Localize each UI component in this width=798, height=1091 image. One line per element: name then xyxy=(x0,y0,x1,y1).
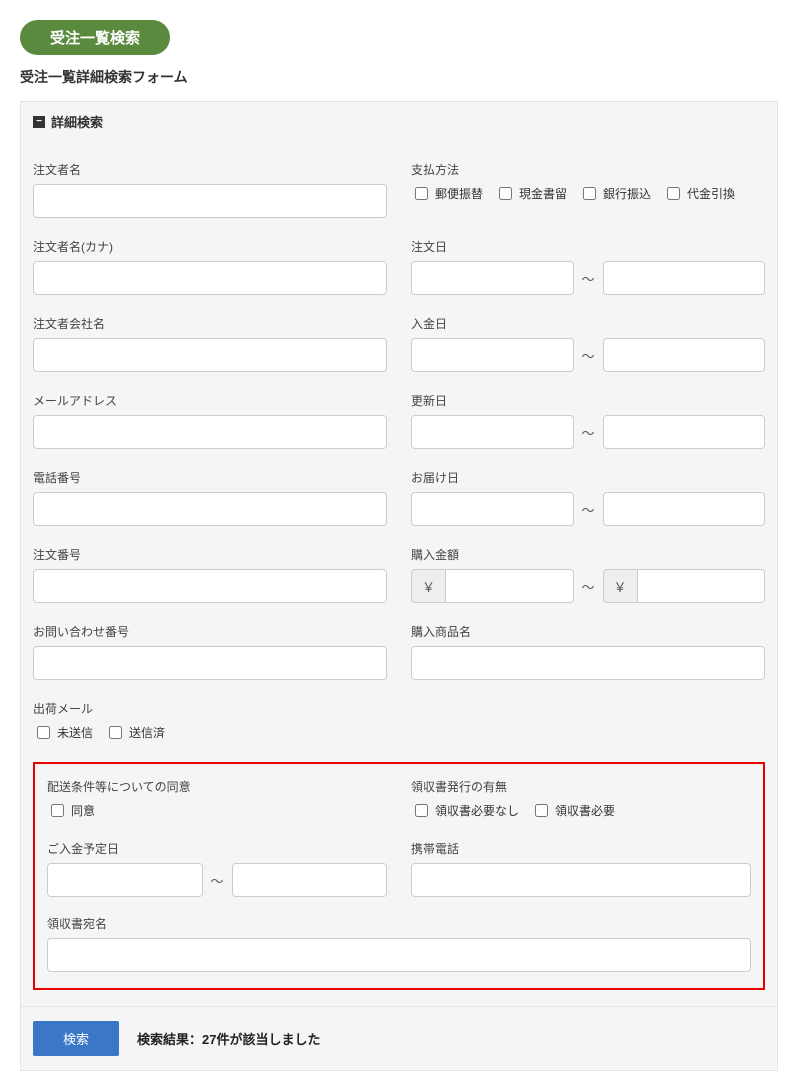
label-email: メールアドレス xyxy=(33,392,387,409)
ship-mail-options: 未送信 送信済 xyxy=(33,723,387,742)
chk-receipt-yes[interactable]: 領収書必要 xyxy=(531,801,615,820)
label-payment-date: 入金日 xyxy=(411,315,765,332)
label-receipt-name: 領収書宛名 xyxy=(47,915,751,932)
tilde: ～ xyxy=(582,269,595,288)
input-update-date-from[interactable] xyxy=(411,415,574,449)
label-delivery-date: お届け日 xyxy=(411,469,765,486)
consent-options: 同意 xyxy=(47,801,387,820)
label-payment-schedule: ご入金予定日 xyxy=(47,840,387,857)
input-email[interactable] xyxy=(33,415,387,449)
input-orderer-name[interactable] xyxy=(33,184,387,218)
chk-pay-bank[interactable]: 銀行振込 xyxy=(579,184,651,203)
input-payment-date-from[interactable] xyxy=(411,338,574,372)
input-delivery-date-to[interactable] xyxy=(603,492,766,526)
input-phone[interactable] xyxy=(33,492,387,526)
input-payment-date-to[interactable] xyxy=(603,338,766,372)
pay-method-options: 郵便振替 現金書留 銀行振込 代金引換 xyxy=(411,184,765,203)
label-order-no: 注文番号 xyxy=(33,546,387,563)
page-title-badge: 受注一覧検索 xyxy=(20,20,170,55)
footer-bar: 検索 検索結果：27件が該当しました xyxy=(20,1007,778,1071)
label-pay-method: 支払方法 xyxy=(411,161,765,178)
yen-icon: ￥ xyxy=(411,569,445,603)
input-order-date-from[interactable] xyxy=(411,261,574,295)
form-body: 注文者名 支払方法 郵便振替 現金書留 銀行振込 代金引換 注文者名(カナ) 注… xyxy=(21,161,777,1006)
label-orderer-company: 注文者会社名 xyxy=(33,315,387,332)
label-purchase-amount: 購入金額 xyxy=(411,546,765,563)
input-product-name[interactable] xyxy=(411,646,765,680)
input-amount-from[interactable] xyxy=(445,569,573,603)
label-delivery-consent: 配送条件等についての同意 xyxy=(47,778,387,795)
input-inquiry-no[interactable] xyxy=(33,646,387,680)
input-order-no[interactable] xyxy=(33,569,387,603)
panel-title: 詳細検索 xyxy=(51,112,103,131)
label-orderer-name: 注文者名 xyxy=(33,161,387,178)
chk-ship-sent[interactable]: 送信済 xyxy=(105,723,165,742)
label-inquiry-no: お問い合わせ番号 xyxy=(33,623,387,640)
input-mobile-phone[interactable] xyxy=(411,863,751,897)
chk-receipt-no[interactable]: 領収書必要なし xyxy=(411,801,519,820)
input-amount-to[interactable] xyxy=(637,569,765,603)
chk-consent[interactable]: 同意 xyxy=(47,801,95,820)
chk-pay-postal[interactable]: 郵便振替 xyxy=(411,184,483,203)
input-payment-schedule-from[interactable] xyxy=(47,863,203,897)
yen-icon: ￥ xyxy=(603,569,637,603)
label-product-name: 購入商品名 xyxy=(411,623,765,640)
collapse-icon xyxy=(33,116,45,128)
input-order-date-to[interactable] xyxy=(603,261,766,295)
input-payment-schedule-to[interactable] xyxy=(232,863,388,897)
input-orderer-kana[interactable] xyxy=(33,261,387,295)
input-receipt-name[interactable] xyxy=(47,938,751,972)
label-phone: 電話番号 xyxy=(33,469,387,486)
search-button[interactable]: 検索 xyxy=(33,1021,119,1056)
label-order-date: 注文日 xyxy=(411,238,765,255)
tilde: ～ xyxy=(582,346,595,365)
receipt-options: 領収書必要なし 領収書必要 xyxy=(411,801,751,820)
tilde: ～ xyxy=(582,577,595,596)
input-delivery-date-from[interactable] xyxy=(411,492,574,526)
label-mobile-phone: 携帯電話 xyxy=(411,840,751,857)
label-ship-mail: 出荷メール xyxy=(33,700,387,717)
label-orderer-kana: 注文者名(カナ) xyxy=(33,238,387,255)
input-orderer-company[interactable] xyxy=(33,338,387,372)
tilde: ～ xyxy=(211,871,224,890)
search-result-text: 検索結果：27件が該当しました xyxy=(137,1029,320,1048)
panel-header[interactable]: 詳細検索 xyxy=(21,102,777,141)
chk-pay-cod[interactable]: 代金引換 xyxy=(663,184,735,203)
search-panel: 詳細検索 注文者名 支払方法 郵便振替 現金書留 銀行振込 代金引換 注文者名( xyxy=(20,101,778,1007)
label-receipt-issue: 領収書発行の有無 xyxy=(411,778,751,795)
label-update-date: 更新日 xyxy=(411,392,765,409)
chk-ship-unsent[interactable]: 未送信 xyxy=(33,723,93,742)
page-subtitle: 受注一覧詳細検索フォーム xyxy=(20,67,778,87)
chk-pay-cash[interactable]: 現金書留 xyxy=(495,184,567,203)
input-update-date-to[interactable] xyxy=(603,415,766,449)
highlighted-section: 配送条件等についての同意 同意 領収書発行の有無 領収書必要なし 領収書必要 ご… xyxy=(33,762,765,990)
tilde: ～ xyxy=(582,500,595,519)
tilde: ～ xyxy=(582,423,595,442)
